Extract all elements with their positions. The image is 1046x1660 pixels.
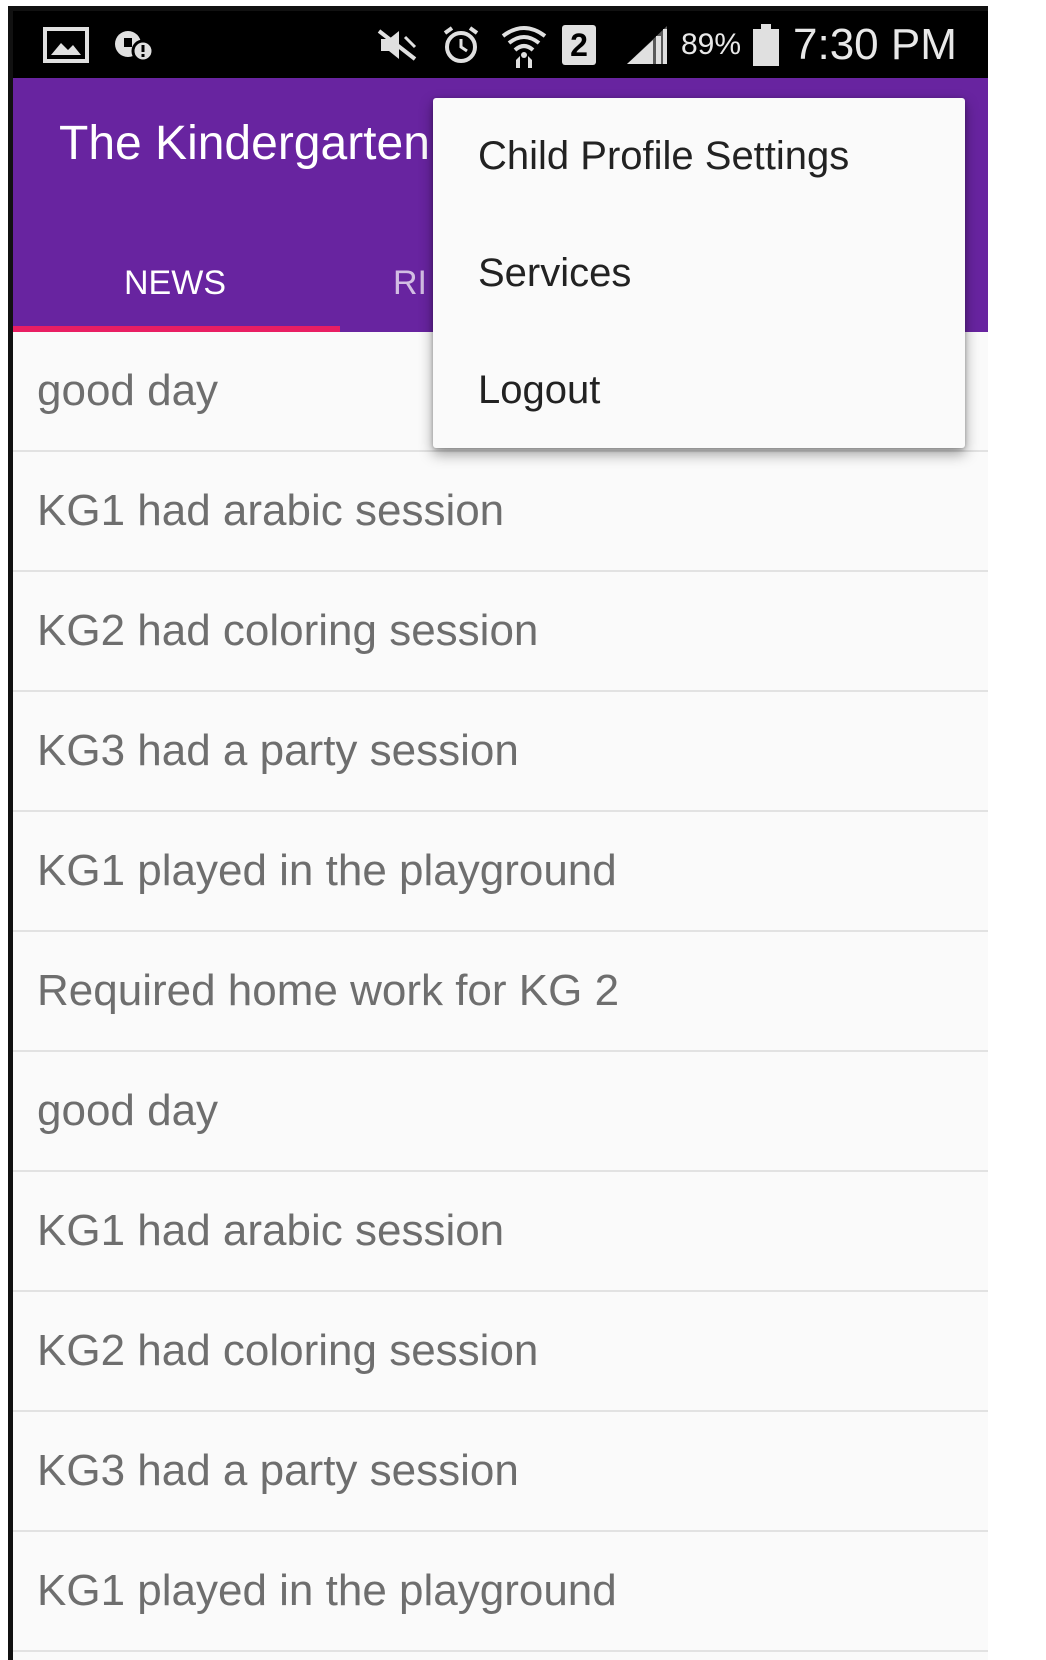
list-item[interactable]: Required home work for KG 2 [13, 932, 988, 1052]
overflow-menu: Child Profile Settings Services Logout [433, 98, 965, 448]
list-item-text: KG2 had coloring session [37, 1326, 539, 1375]
wifi-icon [497, 11, 551, 78]
list-item[interactable]: KG1 played in the playground [13, 1532, 988, 1652]
app-title: The Kindergarten [59, 117, 430, 170]
list-item[interactable]: KG2 had coloring session [13, 572, 988, 692]
tab-news[interactable]: NEWS [124, 238, 226, 328]
list-item[interactable]: KG1 had arabic session [13, 452, 988, 572]
menu-item-label: Logout [478, 368, 601, 412]
list-item-text: KG3 had a party session [37, 726, 519, 775]
battery-percent: 89% [681, 28, 742, 61]
sim-icon: 2 [559, 11, 599, 78]
tab-second[interactable]: RI [393, 238, 427, 328]
sim-number: 2 [562, 24, 596, 65]
list-item[interactable]: good day [13, 1052, 988, 1172]
list-item-text: Required home work for KG 2 [37, 966, 620, 1015]
menu-item-services[interactable]: Services [433, 215, 965, 332]
mute-icon [373, 11, 421, 78]
list-item-text: good day [37, 366, 219, 415]
list-item[interactable]: KG3 had a party session [13, 1412, 988, 1532]
list-item-text: good day [37, 1086, 219, 1135]
battery-icon [749, 11, 783, 78]
list-item-text: KG1 had arabic session [37, 486, 505, 535]
signal-icon [621, 11, 673, 78]
list-item[interactable]: KG3 had a party session [13, 692, 988, 812]
phone-screen: 2 89% 7:30 PM The Kindergarten NEWS RI g… [8, 6, 988, 1660]
status-bar: 2 89% 7:30 PM [13, 11, 988, 78]
menu-item-label: Services [478, 251, 632, 295]
list-item[interactable]: KG2 had coloring session [13, 1292, 988, 1412]
screen: 2 89% 7:30 PM The Kindergarten NEWS RI g… [0, 0, 1046, 1660]
list-item[interactable]: KG1 played in the playground [13, 812, 988, 932]
menu-item-label: Child Profile Settings [478, 134, 850, 178]
list-item[interactable]: KG1 had arabic session [13, 1172, 988, 1292]
menu-item-child-profile-settings[interactable]: Child Profile Settings [433, 98, 965, 215]
menu-item-logout[interactable]: Logout [433, 332, 965, 448]
list-item-text: KG3 had a party session [37, 1446, 519, 1495]
list-item-text: KG2 had coloring session [37, 606, 539, 655]
gallery-icon [41, 11, 91, 78]
list-item-text: KG1 played in the playground [37, 846, 617, 895]
alarm-icon [437, 11, 485, 78]
notification-alert-icon [109, 11, 159, 78]
clock: 7:30 PM [793, 20, 957, 69]
news-list: good day KG1 had arabic session KG2 had … [13, 332, 988, 1660]
list-item-text: KG1 played in the playground [37, 1566, 617, 1615]
list-item-text: KG1 had arabic session [37, 1206, 505, 1255]
